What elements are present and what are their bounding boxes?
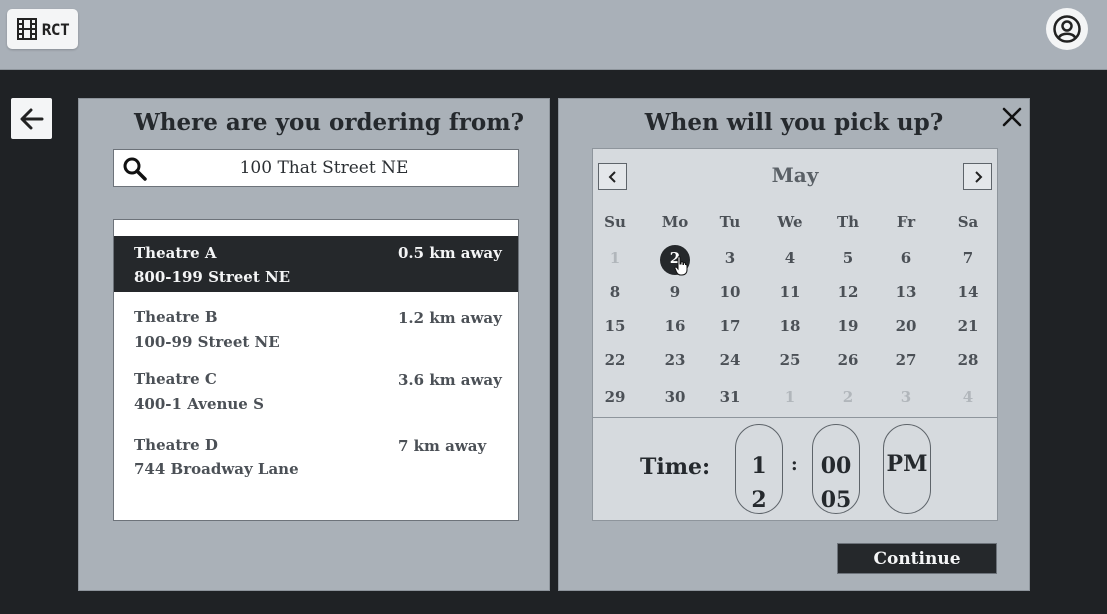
calendar-day[interactable]: 25 (770, 351, 810, 369)
time-label: Time: (640, 454, 711, 480)
calendar-day[interactable]: 15 (595, 317, 635, 335)
film-strip-icon (16, 18, 37, 40)
minute-spinner[interactable]: 00 05 (812, 424, 860, 514)
user-circle-icon (1053, 15, 1081, 43)
search-input[interactable] (154, 150, 494, 186)
search-icon (122, 156, 148, 186)
calendar-day[interactable]: 20 (886, 317, 926, 335)
minute-value: 00 (820, 453, 852, 479)
theatre-distance: 0.5 km away (398, 244, 502, 262)
time-picker: Time: 1 2 : 00 05 PM (592, 418, 998, 521)
logo-text: RCT (41, 19, 70, 39)
month-header: May (593, 149, 997, 203)
calendar-day-disabled: 2 (842, 388, 854, 406)
calendar-day[interactable]: 17 (710, 317, 750, 335)
back-button[interactable] (11, 98, 52, 139)
top-bar: RCT (0, 0, 1107, 70)
hand-cursor-icon (674, 256, 688, 276)
calendar-day[interactable]: 7 (948, 249, 988, 267)
theatre-item-b[interactable]: Theatre B 1.2 km away 100-99 Street NE (114, 300, 518, 356)
theatre-name: Theatre D (134, 436, 218, 454)
calendar-day[interactable]: 16 (655, 317, 695, 335)
calendar-day[interactable]: 22 (595, 351, 635, 369)
calendar-day[interactable]: 27 (886, 351, 926, 369)
pickup-panel: When will you pick up? May Su Mo Tu We Th Fr S… (558, 98, 1030, 591)
location-panel: Where are you ordering from? Theatre A 0… (78, 98, 550, 591)
calendar-day[interactable]: 10 (710, 283, 750, 301)
search-box[interactable] (113, 149, 519, 187)
calendar-day-disabled: 4 (962, 388, 974, 406)
weekday-label: Mo (661, 213, 689, 231)
theatre-address: 800-199 Street NE (134, 268, 291, 286)
calendar-day[interactable]: 30 (655, 388, 695, 406)
calendar-day[interactable]: 6 (886, 249, 926, 267)
calendar-day[interactable]: 9 (655, 283, 695, 301)
time-separator: : (791, 454, 798, 475)
next-month-button[interactable] (963, 163, 992, 190)
theatre-distance: 1.2 km away (398, 309, 502, 327)
calendar-day[interactable]: 29 (595, 388, 635, 406)
calendar-day[interactable]: 24 (710, 351, 750, 369)
app-logo[interactable]: RCT (7, 9, 78, 49)
calendar-day[interactable]: 21 (948, 317, 988, 335)
theatre-distance: 3.6 km away (398, 371, 502, 389)
calendar-day[interactable]: 28 (948, 351, 988, 369)
calendar-day-disabled: 1 (609, 249, 621, 267)
calendar-day[interactable]: 23 (655, 351, 695, 369)
calendar-day-disabled: 3 (900, 388, 912, 406)
calendar-day[interactable]: 13 (886, 283, 926, 301)
theatre-address: 744 Broadway Lane (134, 460, 299, 478)
weekday-label: Sa (957, 213, 979, 231)
calendar-day[interactable]: 26 (828, 351, 868, 369)
close-button[interactable] (999, 104, 1025, 130)
calendar-day[interactable]: 18 (770, 317, 810, 335)
calendar-day[interactable]: 4 (770, 249, 810, 267)
theatre-item-d[interactable]: Theatre D 7 km away 744 Broadway Lane (114, 428, 518, 484)
minute-next-value: 05 (820, 487, 852, 513)
weekday-label: Su (604, 213, 626, 231)
calendar-day[interactable]: 12 (828, 283, 868, 301)
weekday-label: Tu (719, 213, 741, 231)
theatre-address: 100-99 Street NE (134, 333, 280, 351)
calendar-day[interactable]: 5 (828, 249, 868, 267)
calendar-day-disabled: 1 (784, 388, 796, 406)
theatre-item-a[interactable]: Theatre A 0.5 km away 800-199 Street NE (114, 236, 518, 292)
weekday-label: Th (836, 213, 860, 231)
period-spinner[interactable]: PM (883, 424, 931, 514)
account-button[interactable] (1046, 8, 1088, 50)
theatre-name: Theatre A (134, 244, 217, 262)
close-icon (1002, 107, 1022, 127)
hour-spinner[interactable]: 1 2 (735, 424, 783, 514)
calendar-day[interactable]: 14 (948, 283, 988, 301)
calendar-day[interactable]: 3 (710, 249, 750, 267)
hour-value: 1 (751, 453, 767, 479)
calendar-day[interactable]: 19 (828, 317, 868, 335)
continue-button[interactable]: Continue (837, 543, 997, 574)
period-value: PM (886, 451, 928, 477)
theatre-name: Theatre B (134, 308, 218, 326)
month-name: May (771, 163, 819, 187)
calendar-day[interactable]: 8 (595, 283, 635, 301)
hour-next-value: 2 (751, 487, 767, 513)
theatre-distance: 7 km away (398, 437, 487, 455)
theatre-item-c[interactable]: Theatre C 3.6 km away 400-1 Avenue S (114, 362, 518, 418)
pickup-title: When will you pick up? (644, 109, 944, 136)
calendar-day[interactable]: 11 (770, 283, 810, 301)
weekday-label: We (777, 213, 803, 231)
theatre-name: Theatre C (134, 370, 217, 388)
chevron-right-icon (974, 170, 982, 183)
weekday-label: Fr (896, 213, 916, 231)
arrow-left-icon (20, 108, 43, 129)
calendar-day[interactable]: 31 (710, 388, 750, 406)
location-title: Where are you ordering from? (133, 109, 525, 136)
theatre-address: 400-1 Avenue S (134, 395, 264, 413)
calendar: May Su Mo Tu We Th Fr Sa 1 2 3 4 5 6 7 8 9 10 11 12 13 14 15 1… (592, 148, 998, 418)
theatre-list: Theatre A 0.5 km away 800-199 Street NE … (113, 219, 519, 521)
